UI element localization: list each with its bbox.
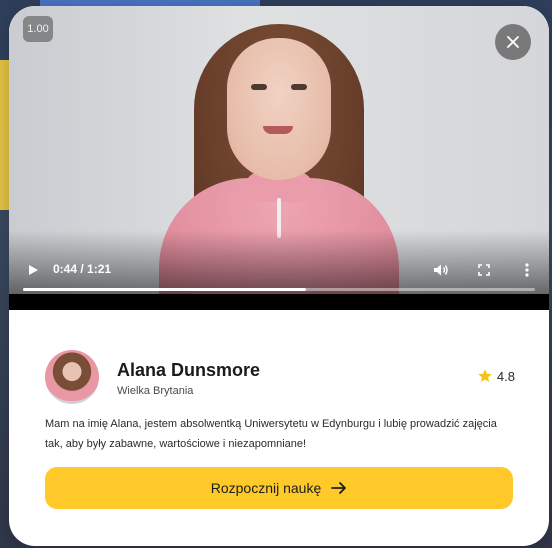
video-subject bbox=[227, 38, 331, 180]
video-subject bbox=[263, 126, 293, 134]
tutor-video-modal: 1.00 0:44 / 1:21 Alana Dunsmore Wielka B… bbox=[9, 6, 549, 546]
tutor-bio: Mam na imię Alana, jestem absolwentką Un… bbox=[45, 418, 497, 450]
close-button[interactable] bbox=[495, 24, 531, 60]
play-icon bbox=[29, 265, 38, 275]
more-vertical-icon bbox=[525, 263, 529, 277]
time-display: 0:44 / 1:21 bbox=[53, 262, 112, 276]
video-subject bbox=[251, 84, 267, 90]
fullscreen-button[interactable] bbox=[474, 260, 494, 280]
tutor-profile: Alana Dunsmore Wielka Brytania 4.8 bbox=[45, 350, 515, 410]
tutor-name: Alana Dunsmore bbox=[117, 360, 261, 380]
star-icon bbox=[478, 369, 492, 382]
avatar bbox=[45, 350, 99, 404]
volume-button[interactable] bbox=[431, 260, 451, 280]
start-learning-button[interactable]: Rozpocznij naukę bbox=[45, 467, 513, 509]
tutor-country: Wielka Brytania bbox=[117, 385, 194, 397]
fullscreen-icon bbox=[478, 264, 490, 276]
progress-bar[interactable] bbox=[23, 288, 535, 291]
video-player[interactable]: 1.00 0:44 / 1:21 bbox=[9, 6, 549, 310]
progress-fill bbox=[23, 288, 307, 291]
start-learning-label: Rozpocznij naukę bbox=[210, 480, 322, 496]
video-controls: 0:44 / 1:21 bbox=[9, 250, 549, 290]
tutor-rating: 4.8 bbox=[477, 368, 515, 384]
more-options-button[interactable] bbox=[517, 260, 537, 280]
volume-icon bbox=[434, 264, 448, 276]
close-icon bbox=[507, 36, 519, 48]
video-bottom-bar bbox=[9, 294, 549, 310]
video-subject bbox=[291, 84, 307, 90]
arrow-right-icon bbox=[331, 482, 347, 494]
rating-value: 4.8 bbox=[496, 368, 515, 384]
playback-speed-badge[interactable]: 1.00 bbox=[23, 16, 53, 42]
play-button[interactable] bbox=[23, 260, 43, 280]
